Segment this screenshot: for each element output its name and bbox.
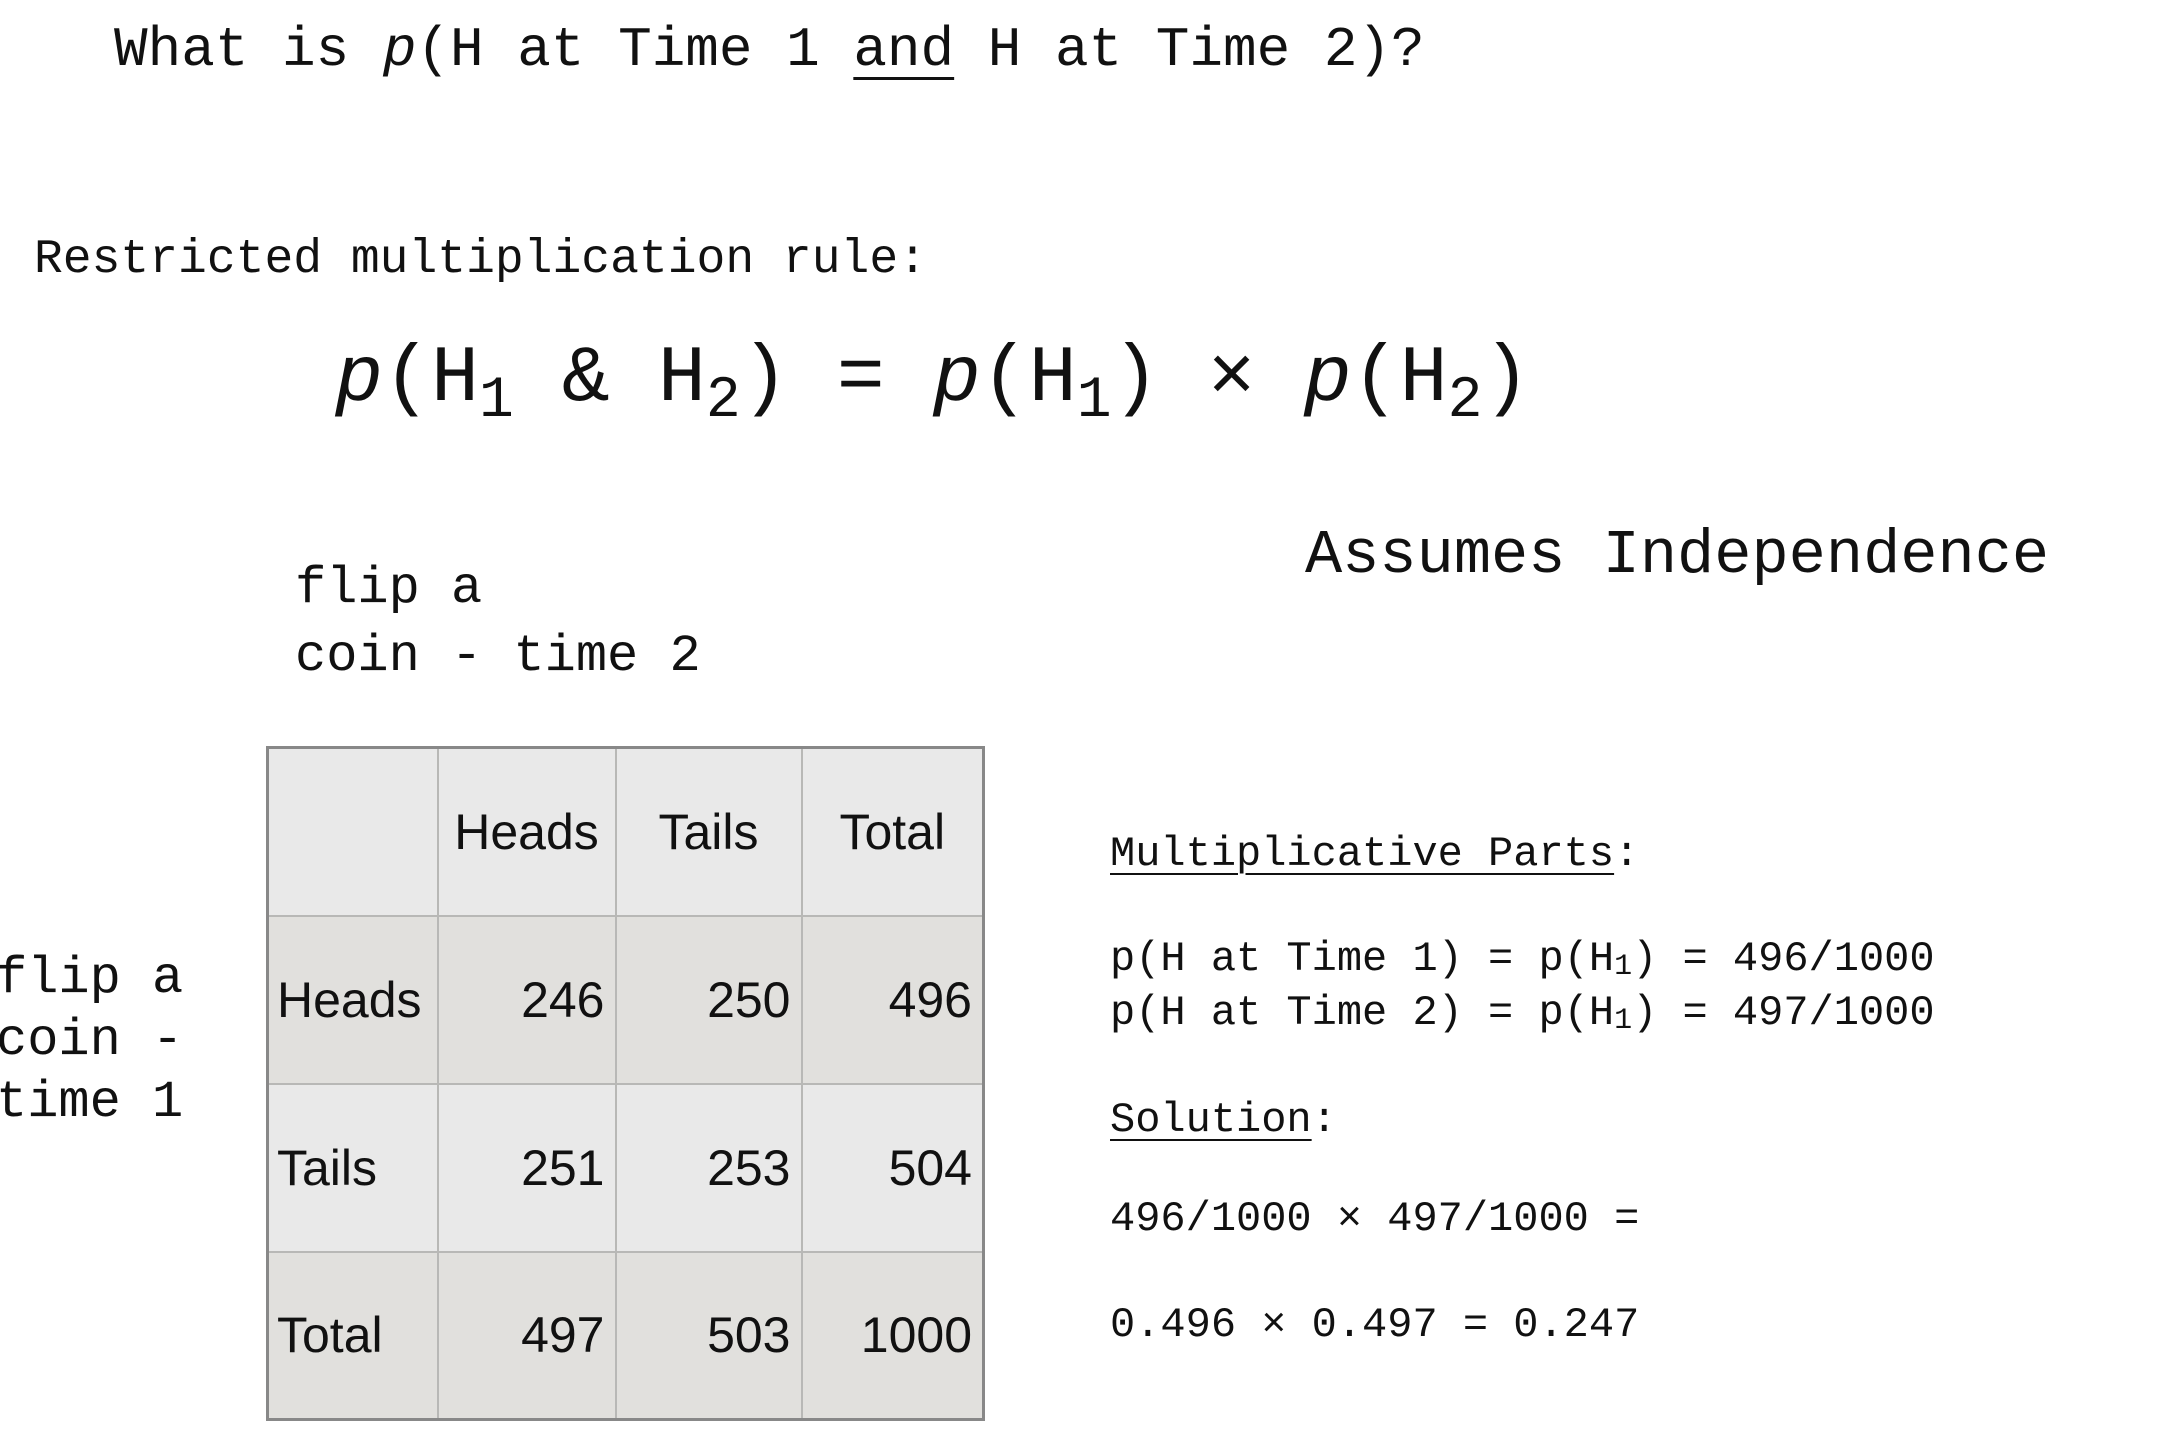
- multiplicative-parts-heading: Multiplicative Parts:: [1110, 826, 1639, 882]
- heading-colon: :: [1311, 1096, 1337, 1144]
- solution-calc-decimal: 0.496 × 0.497 = 0.247: [1110, 1301, 1640, 1349]
- question-title: What is p(H at Time 1 and H at Time 2)?: [114, 10, 1425, 90]
- col-label-line: coin - time 2: [295, 627, 701, 686]
- row-header-cell: Total: [266, 1250, 439, 1421]
- solution-heading-text: Solution: [1110, 1096, 1312, 1144]
- row-header-cell: Heads: [266, 914, 439, 1085]
- table-cell: 497: [436, 1250, 617, 1421]
- row-label-line: time 1: [0, 1073, 184, 1132]
- part-sub: 1: [1614, 950, 1633, 984]
- table-cell: 246: [436, 914, 617, 1085]
- part-text: p(H at Time 2) = p(H: [1110, 989, 1615, 1037]
- question-prefix: What is: [114, 18, 383, 82]
- part-text: ) = 497/1000: [1632, 989, 1935, 1037]
- formula-sub: 2: [705, 369, 741, 434]
- formula-sub: 1: [479, 369, 514, 434]
- formula-part: ) =: [740, 334, 933, 425]
- solution-heading: Solution:: [1110, 1092, 1337, 1148]
- table-cell: 503: [614, 1250, 803, 1421]
- question-part1: (H at Time 1: [416, 18, 854, 82]
- row-header-cell: Tails: [266, 1082, 439, 1253]
- formula-p: p: [1303, 334, 1352, 425]
- formula-part: ) ×: [1111, 334, 1304, 425]
- table-header-row: Heads Tails Total: [266, 746, 985, 917]
- assumes-independence: Assumes Independence: [1305, 520, 2050, 591]
- table-cell: 496: [800, 914, 985, 1085]
- row-label-line: coin -: [0, 1011, 184, 1070]
- contingency-table: Heads Tails Total Heads 246 250 496 Tail…: [266, 746, 985, 1421]
- part-sub: 1: [1614, 1004, 1633, 1038]
- table-cell: 250: [614, 914, 803, 1085]
- formula-part: (H: [1351, 334, 1448, 425]
- multiplication-formula: p(H1 & H2) = p(H1) × p(H2): [335, 320, 1530, 440]
- formula-part: (H: [383, 334, 480, 425]
- table-cell: 504: [800, 1082, 985, 1253]
- multiplicative-heading-text: Multiplicative Parts: [1110, 830, 1615, 878]
- table-header-cell: Heads: [436, 746, 617, 917]
- row-variable-label: flip a coin - time 1: [0, 948, 196, 1134]
- formula-part: (H: [980, 334, 1077, 425]
- part-line-time1: p(H at Time 1) = p(H1) = 496/1000: [1110, 932, 1935, 986]
- heading-colon: :: [1614, 830, 1640, 878]
- formula-part: ): [1482, 334, 1531, 425]
- formula-p: p: [335, 334, 384, 425]
- question-p: p: [382, 18, 417, 82]
- table-row: Tails 251 253 504: [266, 1082, 985, 1253]
- table-row: Total 497 503 1000: [266, 1250, 985, 1421]
- table-cell: 253: [614, 1082, 803, 1253]
- formula-p: p: [932, 334, 981, 425]
- col-label-line: flip a: [295, 559, 483, 618]
- multiplicative-parts-lines: p(H at Time 1) = p(H1) = 496/1000 p(H at …: [1110, 932, 1935, 1040]
- table-header-cell: Tails: [614, 746, 803, 917]
- formula-sub: 1: [1076, 369, 1112, 434]
- question-and-underlined: and: [853, 18, 955, 82]
- table-row: Heads 246 250 496: [266, 914, 985, 1085]
- column-variable-label: flip a coin - time 2: [295, 555, 815, 691]
- table-cell: 1000: [800, 1250, 985, 1421]
- part-text: ) = 496/1000: [1632, 935, 1935, 983]
- formula-sub: 2: [1447, 369, 1483, 434]
- rule-label: Restricted multiplication rule:: [34, 233, 927, 287]
- solution-calc-fraction: 496/1000 × 497/1000 =: [1110, 1195, 1640, 1243]
- part-text: p(H at Time 1) = p(H: [1110, 935, 1615, 983]
- question-part2: H at Time 2)?: [954, 18, 1425, 82]
- table-cell: 251: [436, 1082, 617, 1253]
- table-header-cell: [266, 746, 439, 917]
- formula-part: & H: [513, 334, 706, 425]
- row-label-line: flip a: [0, 949, 184, 1008]
- table-header-cell: Total: [800, 746, 985, 917]
- part-line-time2: p(H at Time 2) = p(H1) = 497/1000: [1110, 986, 1935, 1040]
